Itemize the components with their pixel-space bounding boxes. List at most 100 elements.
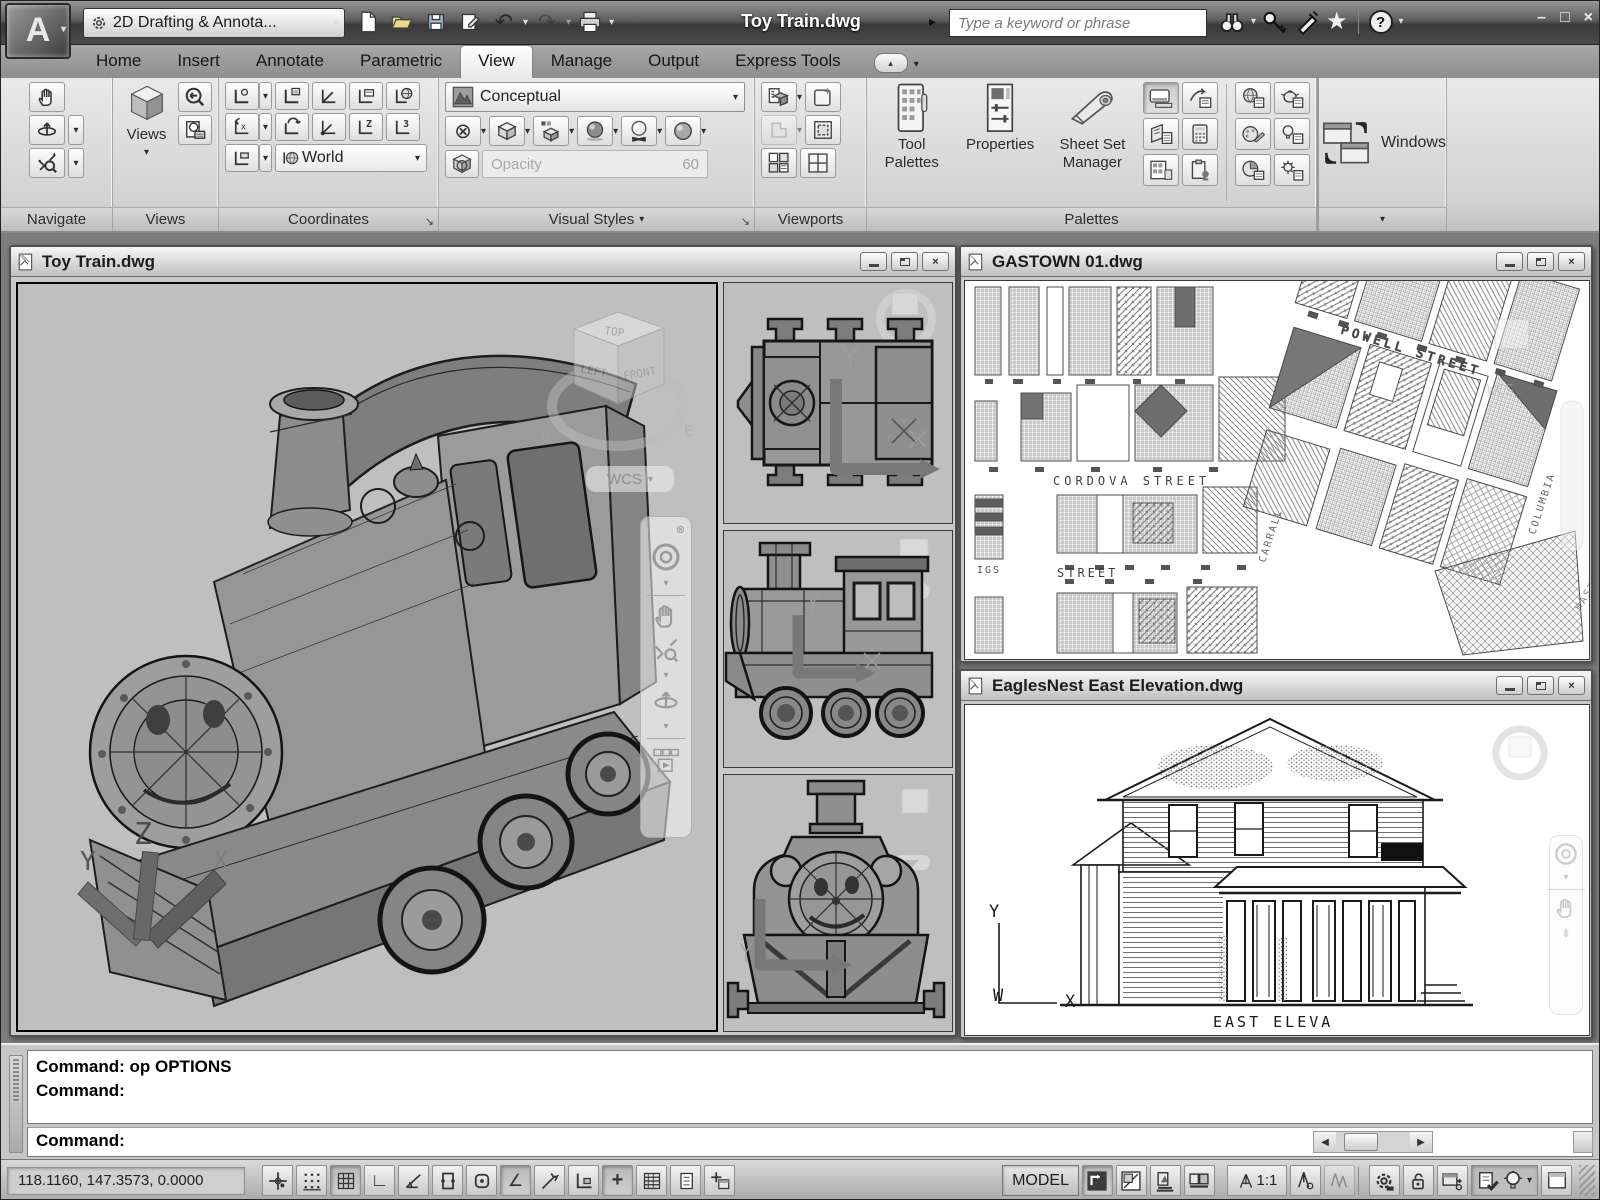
ucs-icon-show-button[interactable]: [225, 82, 259, 110]
coordinates-dialog-launcher-icon[interactable]: ↘: [425, 215, 434, 228]
viewport-top-view[interactable]: [723, 282, 953, 524]
tool-palettes-button[interactable]: Tool Palettes: [873, 82, 950, 203]
ribbon-minimize-button[interactable]: ▴: [874, 53, 908, 73]
shadows-caret[interactable]: ▾: [613, 126, 618, 137]
pan-button[interactable]: [29, 82, 65, 112]
properties-button[interactable]: Properties: [958, 82, 1041, 203]
application-menu-button[interactable]: A ▾: [5, 3, 71, 59]
wireframe-caret[interactable]: ▾: [481, 126, 486, 137]
sphere-caret[interactable]: ▾: [701, 126, 706, 137]
help-dropdown-caret[interactable]: ▾: [1399, 16, 1404, 27]
search-binoculars-icon[interactable]: [1219, 9, 1245, 35]
navbar-caret[interactable]: ▾: [1563, 872, 1568, 883]
ucs-world-axis-button[interactable]: [312, 82, 346, 110]
visual-style-sphere-button[interactable]: [665, 116, 701, 146]
status-toggle-polar[interactable]: [398, 1165, 429, 1196]
model-space-button[interactable]: MODEL: [1002, 1165, 1079, 1196]
navbar-orbit-caret[interactable]: ▾: [663, 721, 668, 732]
views-button[interactable]: Views ▾: [119, 82, 174, 203]
ucs-origin-button[interactable]: [312, 113, 346, 141]
view-manager-button[interactable]: [178, 115, 212, 145]
command-line-toggle-button[interactable]: [1143, 82, 1179, 114]
switch-windows-icon[interactable]: [1319, 116, 1373, 170]
face-style-caret[interactable]: ▾: [569, 126, 574, 137]
navbar-pan-icon[interactable]: [1554, 896, 1578, 920]
navbar-wheel-caret[interactable]: ▾: [663, 578, 668, 589]
toolbar-lock-button[interactable]: [1403, 1165, 1434, 1196]
face-style-button[interactable]: [533, 116, 569, 146]
orbit-dropdown-caret[interactable]: ▾: [68, 115, 84, 145]
gastown-titlebar[interactable]: GASTOWN 01.dwg ×: [961, 247, 1591, 277]
viewport-eaglesnest[interactable]: EAST ELEVA Y W X ▾: [964, 704, 1590, 1036]
eaglesnest-minimize-button[interactable]: [1496, 676, 1523, 695]
toy-train-close-button[interactable]: ×: [922, 252, 949, 271]
visual-style-dropdown[interactable]: Conceptual ▾: [445, 82, 745, 112]
steering-wheel-icon[interactable]: [1554, 842, 1578, 866]
navbar-pan-icon[interactable]: [652, 602, 680, 630]
tab-express-tools[interactable]: Express Tools: [718, 46, 858, 78]
viewport-front-view[interactable]: [723, 774, 953, 1032]
gastown-close-button[interactable]: ×: [1558, 252, 1585, 271]
ucs-view-button[interactable]: [349, 82, 383, 110]
workspace-switching-button[interactable]: [1369, 1165, 1400, 1196]
scroll-right-arrow-icon[interactable]: ▶: [1410, 1132, 1432, 1152]
status-toggle-qp[interactable]: [670, 1165, 701, 1196]
status-toggle-3dosnap[interactable]: [466, 1165, 497, 1196]
join-viewport-button[interactable]: [805, 115, 841, 145]
ucs-object-caret[interactable]: ▾: [259, 144, 272, 172]
clip-caret[interactable]: ▾: [797, 125, 802, 136]
hidden-caret[interactable]: ▾: [525, 126, 530, 137]
zoom-dropdown-caret[interactable]: ▾: [68, 148, 84, 178]
plot-dropdown-caret[interactable]: ▾: [609, 17, 614, 28]
child-window-eaglesnest[interactable]: EaglesNest East Elevation.dwg ×: [959, 669, 1593, 1039]
plot-button[interactable]: [575, 7, 605, 37]
eaglesnest-restore-button[interactable]: [1527, 676, 1554, 695]
tab-annotate[interactable]: Annotate: [239, 46, 341, 78]
annotation-visibility-button[interactable]: [1290, 1165, 1321, 1196]
previous-view-button[interactable]: [178, 82, 212, 112]
ucs-z-axis-button[interactable]: Z: [349, 113, 383, 141]
layout-tab-button[interactable]: [1116, 1165, 1147, 1196]
orbit-button[interactable]: [29, 115, 65, 145]
advanced-render-settings-button[interactable]: [1235, 154, 1271, 186]
sheet-set-manager-button[interactable]: Sheet Set Manager: [1050, 82, 1135, 203]
minimize-button[interactable]: –: [1537, 9, 1546, 27]
communication-center-icon[interactable]: [1294, 9, 1320, 35]
xray-caret[interactable]: ▾: [657, 126, 662, 137]
sun-properties-button[interactable]: [1274, 154, 1310, 186]
render-environment-button[interactable]: [1274, 118, 1310, 150]
scroll-left-arrow-icon[interactable]: ◀: [1314, 1132, 1336, 1152]
close-button[interactable]: ×: [1584, 9, 1593, 27]
materials-browser-button[interactable]: [1274, 82, 1310, 114]
sheet-list-button[interactable]: [1143, 118, 1179, 150]
new-viewport-button[interactable]: [805, 82, 841, 112]
quick-view-drawings-button[interactable]: [1184, 1165, 1215, 1196]
navbar-zoom-caret[interactable]: ▾: [663, 670, 668, 681]
quick-view-layouts-button[interactable]: [1150, 1165, 1181, 1196]
tray-plotting-icon[interactable]: [1477, 1170, 1499, 1192]
restore-button[interactable]: □: [1560, 9, 1570, 27]
command-hscrollbar[interactable]: ◀ ▶: [1313, 1131, 1433, 1153]
status-toggle-angle[interactable]: ∠: [500, 1165, 531, 1196]
navbar-zoom-icon[interactable]: [652, 636, 680, 664]
steering-wheel-icon[interactable]: [651, 542, 681, 572]
showmotion-icon[interactable]: [651, 745, 681, 775]
markup-set-manager-button[interactable]: [1182, 154, 1218, 186]
tab-output[interactable]: Output: [631, 46, 716, 78]
model-tab-button[interactable]: [1082, 1165, 1113, 1196]
redo-button[interactable]: ↷: [532, 7, 562, 37]
viewport-side-view[interactable]: [723, 530, 953, 768]
visual-styles-dialog-launcher-icon[interactable]: ↘: [741, 215, 750, 228]
ucs-icon-caret[interactable]: ▾: [259, 82, 272, 110]
save-as-button[interactable]: [455, 7, 485, 37]
hardware-acceleration-button[interactable]: [1437, 1165, 1468, 1196]
gastown-restore-button[interactable]: [1527, 252, 1554, 271]
new-drawing-button[interactable]: [353, 7, 383, 37]
search-flyout-arrow-icon[interactable]: ▸: [929, 13, 936, 30]
clip-viewport-button[interactable]: [761, 115, 797, 145]
status-toggle-ortho[interactable]: ∟: [364, 1165, 395, 1196]
annotation-autoscale-button[interactable]: [1324, 1165, 1355, 1196]
ucs-3point-button[interactable]: 3: [386, 113, 420, 141]
command-vscrollbar-stub[interactable]: [1573, 1131, 1593, 1153]
wireframe-style-button[interactable]: ⊗: [445, 116, 481, 146]
